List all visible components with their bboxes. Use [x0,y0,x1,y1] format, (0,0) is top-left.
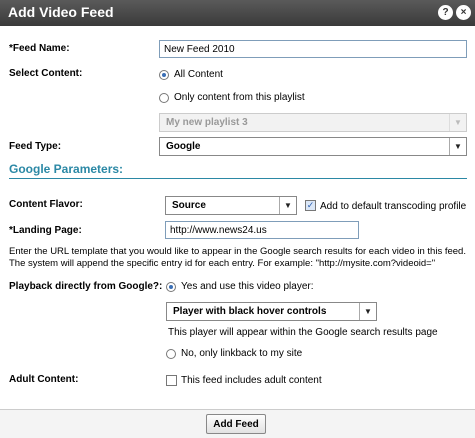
google-parameters-title: Google Parameters: [9,162,124,176]
player-select-value: Player with black hover controls [173,306,327,317]
feed-name-input[interactable] [159,40,467,58]
radio-all-content[interactable] [159,70,169,80]
adult-content-checkbox[interactable] [166,375,177,386]
radio-playlist-content[interactable] [159,93,169,103]
landing-page-description: Enter the URL template that you would li… [9,246,466,269]
player-select[interactable]: Player with black hover controls ▼ [166,302,377,321]
feed-type-label: Feed Type: [9,141,62,152]
landing-page-label: *Landing Page: [9,225,82,236]
content-flavor-select[interactable]: Source ▼ [165,196,297,215]
content-flavor-label: Content Flavor: [9,199,83,210]
playback-label: Playback directly from Google?: [9,281,163,292]
close-icon[interactable]: × [456,5,471,20]
dialog-titlebar: Add Video Feed ? × [0,0,475,26]
select-content-label: Select Content: [9,68,83,79]
chevron-down-icon: ▼ [359,303,376,320]
section-divider [9,178,467,179]
feed-name-label: *Feed Name: [9,43,70,54]
help-icon[interactable]: ? [438,5,453,20]
player-note: This player will appear within the Googl… [168,327,438,338]
chevron-down-icon: ▼ [449,114,466,131]
radio-linkback[interactable] [166,349,176,359]
dialog-title: Add Video Feed [8,4,114,20]
feed-type-value: Google [166,141,201,152]
chevron-down-icon: ▼ [449,138,466,155]
all-content-label: All Content [174,69,223,80]
use-player-label: Yes and use this video player: [181,281,314,292]
linkback-label: No, only linkback to my site [181,348,303,359]
landing-page-input[interactable] [165,221,359,239]
add-video-feed-dialog: Add Video Feed ? × *Feed Name: Select Co… [0,0,475,438]
chevron-down-icon: ▼ [279,197,296,214]
content-flavor-value: Source [172,200,206,211]
playlist-select[interactable]: My new playlist 3 ▼ [159,113,467,132]
feed-type-select[interactable]: Google ▼ [159,137,467,156]
playlist-select-value: My new playlist 3 [166,117,248,128]
adult-content-checkbox-label: This feed includes adult content [181,375,322,386]
add-feed-button[interactable]: Add Feed [206,414,266,434]
transcoding-profile-label: Add to default transcoding profile [320,201,467,212]
radio-use-player[interactable] [166,282,176,292]
adult-content-label: Adult Content: [9,374,79,385]
transcoding-profile-checkbox[interactable]: ✓ [305,200,316,211]
playlist-content-label: Only content from this playlist [174,92,305,103]
